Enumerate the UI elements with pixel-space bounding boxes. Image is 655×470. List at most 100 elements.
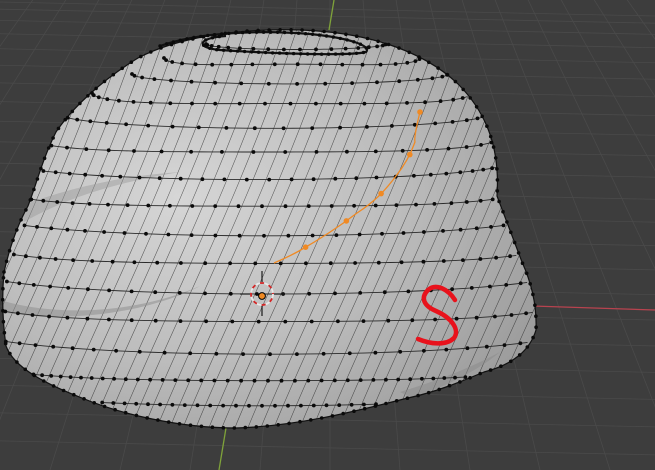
mesh-vertex[interactable] (479, 143, 483, 147)
mesh-vertex[interactable] (182, 403, 187, 407)
mesh-vertex[interactable] (137, 349, 142, 354)
mesh-vertex[interactable] (311, 403, 316, 408)
mesh-vertex[interactable] (380, 231, 384, 236)
mesh-vertex[interactable] (178, 319, 183, 323)
mesh-vertex[interactable] (215, 48, 219, 52)
mesh-vertex[interactable] (222, 177, 227, 182)
mesh-vertex[interactable] (353, 261, 357, 265)
selected-vertex[interactable] (378, 190, 384, 197)
mesh-vertex[interactable] (94, 86, 98, 91)
mesh-vertex[interactable] (265, 424, 270, 428)
mesh-vertex[interactable] (68, 375, 73, 379)
mesh-vertex[interactable] (426, 390, 431, 395)
mesh-object[interactable] (0, 20, 655, 430)
mesh-vertex[interactable] (273, 403, 277, 408)
mesh-vertex[interactable] (170, 402, 175, 407)
selected-vertex[interactable] (417, 109, 423, 115)
mesh-vertex[interactable] (298, 47, 302, 52)
mesh-vertex[interactable] (170, 60, 175, 64)
mesh-vertex[interactable] (362, 406, 367, 411)
mesh-vertex[interactable] (311, 28, 315, 33)
mesh-vertex[interactable] (178, 176, 183, 181)
mesh-vertex[interactable] (431, 376, 436, 381)
mesh-vertex[interactable] (345, 378, 350, 383)
mesh-vertex[interactable] (67, 171, 72, 176)
mesh-vertex[interactable] (152, 77, 157, 81)
mesh-vertex[interactable] (32, 187, 36, 192)
mesh-vertex[interactable] (365, 36, 370, 41)
mesh-vertex[interactable] (123, 377, 128, 382)
mesh-vertex[interactable] (451, 97, 456, 102)
mesh-vertex[interactable] (475, 116, 480, 121)
mesh-vertex[interactable] (89, 376, 94, 380)
mesh-vertex[interactable] (322, 29, 326, 34)
mesh-vertex[interactable] (217, 34, 222, 39)
mesh-vertex[interactable] (24, 254, 28, 259)
mesh-vertex[interactable] (135, 377, 140, 382)
mesh-vertex[interactable] (430, 76, 435, 81)
mesh-vertex[interactable] (508, 254, 512, 259)
mesh-vertex[interactable] (458, 227, 463, 232)
mesh-vertex[interactable] (531, 292, 535, 297)
mesh-vertex[interactable] (501, 209, 505, 214)
mesh-vertex[interactable] (185, 37, 189, 41)
mesh-vertex[interactable] (23, 367, 28, 372)
mesh-vertex[interactable] (509, 359, 513, 364)
mesh-vertex[interactable] (66, 286, 71, 290)
mesh-vertex[interactable] (102, 230, 106, 234)
mesh-vertex[interactable] (354, 51, 359, 55)
mesh-vertex[interactable] (168, 101, 173, 106)
mesh-vertex[interactable] (453, 375, 457, 380)
mesh-vertex[interactable] (180, 61, 185, 66)
mesh-vertex[interactable] (420, 376, 424, 381)
mesh-vertex[interactable] (55, 200, 60, 204)
mesh-vertex[interactable] (454, 316, 459, 321)
mesh-vertex[interactable] (263, 50, 268, 55)
mesh-vertex[interactable] (132, 149, 136, 153)
mesh-vertex[interactable] (364, 46, 368, 50)
mesh-vertex[interactable] (295, 62, 300, 67)
mesh-vertex[interactable] (261, 30, 266, 34)
mesh-vertex[interactable] (79, 375, 83, 380)
mesh-vertex[interactable] (352, 203, 356, 208)
mesh-vertex[interactable] (102, 79, 107, 84)
mesh-vertex[interactable] (199, 424, 204, 429)
mesh-vertex[interactable] (484, 344, 489, 349)
mesh-vertex[interactable] (173, 378, 178, 382)
mesh-vertex[interactable] (260, 403, 264, 408)
mesh-vertex[interactable] (160, 378, 165, 382)
mesh-vertex[interactable] (276, 423, 281, 427)
mesh-vertex[interactable] (122, 401, 127, 406)
mesh-vertex[interactable] (489, 225, 493, 229)
mesh-vertex[interactable] (480, 114, 485, 119)
mesh-vertex[interactable] (361, 50, 366, 55)
mesh-vertex[interactable] (189, 79, 194, 84)
mesh-vertex[interactable] (220, 150, 224, 154)
mesh-vertex[interactable] (505, 220, 509, 224)
object-origin-icon[interactable] (258, 292, 266, 300)
mesh-vertex[interactable] (0, 297, 5, 302)
mesh-vertex[interactable] (237, 233, 242, 238)
mesh-vertex[interactable] (254, 30, 259, 34)
mesh-vertex[interactable] (243, 425, 248, 430)
mesh-vertex[interactable] (373, 350, 378, 355)
mesh-vertex[interactable] (190, 204, 195, 208)
mesh-vertex[interactable] (474, 226, 479, 231)
mesh-vertex[interactable] (53, 170, 58, 175)
mesh-vertex[interactable] (48, 284, 52, 289)
mesh-vertex[interactable] (204, 319, 209, 324)
mesh-vertex[interactable] (358, 291, 363, 295)
mesh-vertex[interactable] (499, 364, 503, 369)
mesh-vertex[interactable] (413, 59, 418, 63)
mesh-vertex[interactable] (199, 34, 203, 39)
mesh-vertex[interactable] (333, 291, 337, 296)
mesh-vertex[interactable] (324, 34, 329, 38)
mesh-vertex[interactable] (124, 122, 128, 127)
mesh-vertex[interactable] (178, 38, 182, 42)
mesh-vertex[interactable] (293, 378, 297, 383)
mesh-vertex[interactable] (249, 50, 254, 54)
mesh-vertex[interactable] (8, 351, 12, 356)
mesh-vertex[interactable] (203, 291, 207, 296)
mesh-vertex[interactable] (113, 407, 117, 412)
mesh-vertex[interactable] (444, 171, 449, 176)
